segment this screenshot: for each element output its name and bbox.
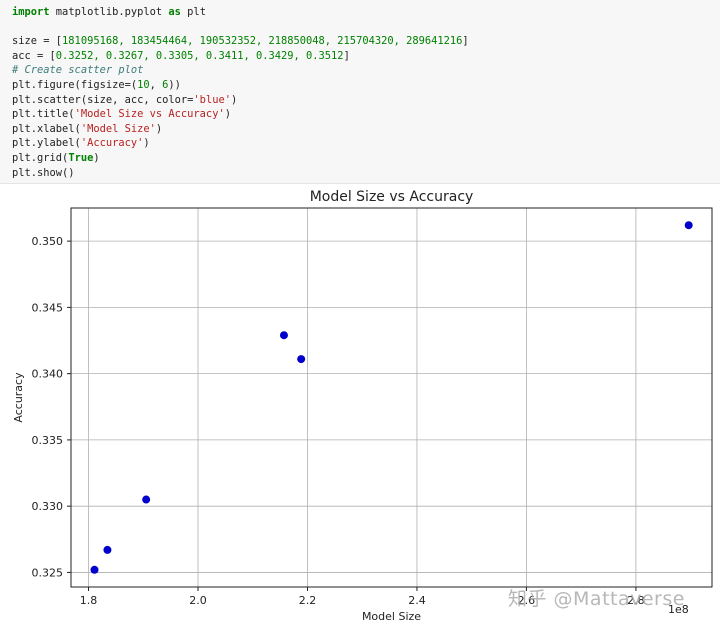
y-axis-label: Accuracy [12,372,25,423]
code-line: acc = [0.3252, 0.3267, 0.3305, 0.3411, 0… [12,49,708,64]
code-token-num: 10 [137,78,150,91]
code-token-plain: size = [ [12,35,63,48]
code-line: plt.ylabel('Accuracy') [12,136,708,151]
data-point [142,495,151,504]
code-token-plain: ) [155,122,163,135]
axes-frame [70,207,713,588]
scatter-plot: 1.8 2.0 2.2 2.4 2.6 2.80.3250.3300.3350.3400.… [12,189,713,623]
code-token-num: 181095168, 183454464, 190532352, 2188500… [62,35,463,48]
code-token-num: 0.3252, 0.3267, 0.3305, 0.3411, 0.3429, … [55,49,344,62]
code-token-plain: plt.figure(figsize=( [12,78,138,91]
code-line: import matplotlib.pyplot as plt [12,5,708,20]
x-tick-label: 2.0 [189,594,207,607]
code-token-str: 'Accuracy' [80,137,144,150]
code-line: # Create scatter plot [12,63,708,78]
code-token-plain: ) [143,137,150,150]
code-token-plain: plt.title( [12,108,75,121]
code-line: plt.xlabel('Model Size') [12,122,708,137]
watermark: 知乎 @Mattaverse [508,588,685,610]
y-tick-label: 0.330 [32,500,64,513]
y-tick-label: 0.340 [32,368,64,381]
code-token-plain: plt.scatter(size, acc, color= [12,93,194,106]
chart-title: Model Size vs Accuracy [310,189,474,205]
y-tick-label: 0.350 [32,235,64,248]
data-point [279,331,288,340]
code-token-kw: True [68,151,94,164]
ticks: 1.8 2.0 2.2 2.4 2.6 2.80.3250.3300.3350.3400.… [32,235,645,607]
code-token-kw: import [12,6,50,18]
code-token-comment: # Create scatter plot [12,64,144,77]
code-token-plain: ] [462,35,469,48]
code-token-plain: )) [168,78,181,91]
code-line: plt.figure(figsize=(10, 6)) [12,78,708,93]
code-token-str: 'Model Size' [80,122,156,135]
x-tick-label: 2.4 [408,594,426,607]
y-tick-label: 0.345 [32,301,64,314]
code-token-plain: ] [343,49,350,62]
code-token-plain: acc = [ [12,49,56,62]
code-line: plt.title('Model Size vs Accuracy') [12,107,708,122]
code-line: size = [181095168, 183454464, 190532352,… [12,34,708,49]
code-line: plt.scatter(size, acc, color='blue') [12,93,708,108]
data-point [297,355,306,364]
code-token-plain: ) [224,108,231,121]
x-axis-label: Model Size [362,610,421,623]
code-line: plt.grid(True) [12,151,708,166]
y-tick-label: 0.325 [32,566,64,579]
code-token-plain: ) [230,93,238,106]
x-tick-label: 1.8 [80,594,98,607]
data-point [103,545,112,554]
data-points [90,221,693,574]
x-tick-label: 2.2 [299,594,317,607]
code-token-str: 'blue' [193,93,231,106]
output-area: 1.8 2.0 2.2 2.4 2.6 2.8 0.325 0.330 0.335 0.340 0.… [0,184,720,624]
code-token-plain: , [149,78,163,91]
y-tick-label: 0.335 [32,434,64,447]
code-token-str: 'Model Size vs Accuracy' [74,108,225,121]
code-editor[interactable]: import matplotlib.pyplot as plt size = [1… [12,5,708,180]
code-line: plt.show() [12,166,708,181]
code-token-plain: plt.xlabel( [12,122,81,135]
code-token-plain: matplotlib.pyplot [49,6,169,18]
code-token-plain: plt.ylabel( [12,137,81,150]
data-point [90,565,99,574]
code-token-plain: plt [180,6,206,18]
code-token-kw: as [168,6,181,18]
code-token-plain: plt.show() [12,166,75,179]
code-token-plain: plt.grid( [12,151,69,164]
code-cell[interactable]: import matplotlib.pyplot as plt size = [1… [0,0,720,184]
grid [71,208,712,587]
data-point [684,221,693,230]
code-token-plain: ) [93,151,100,164]
